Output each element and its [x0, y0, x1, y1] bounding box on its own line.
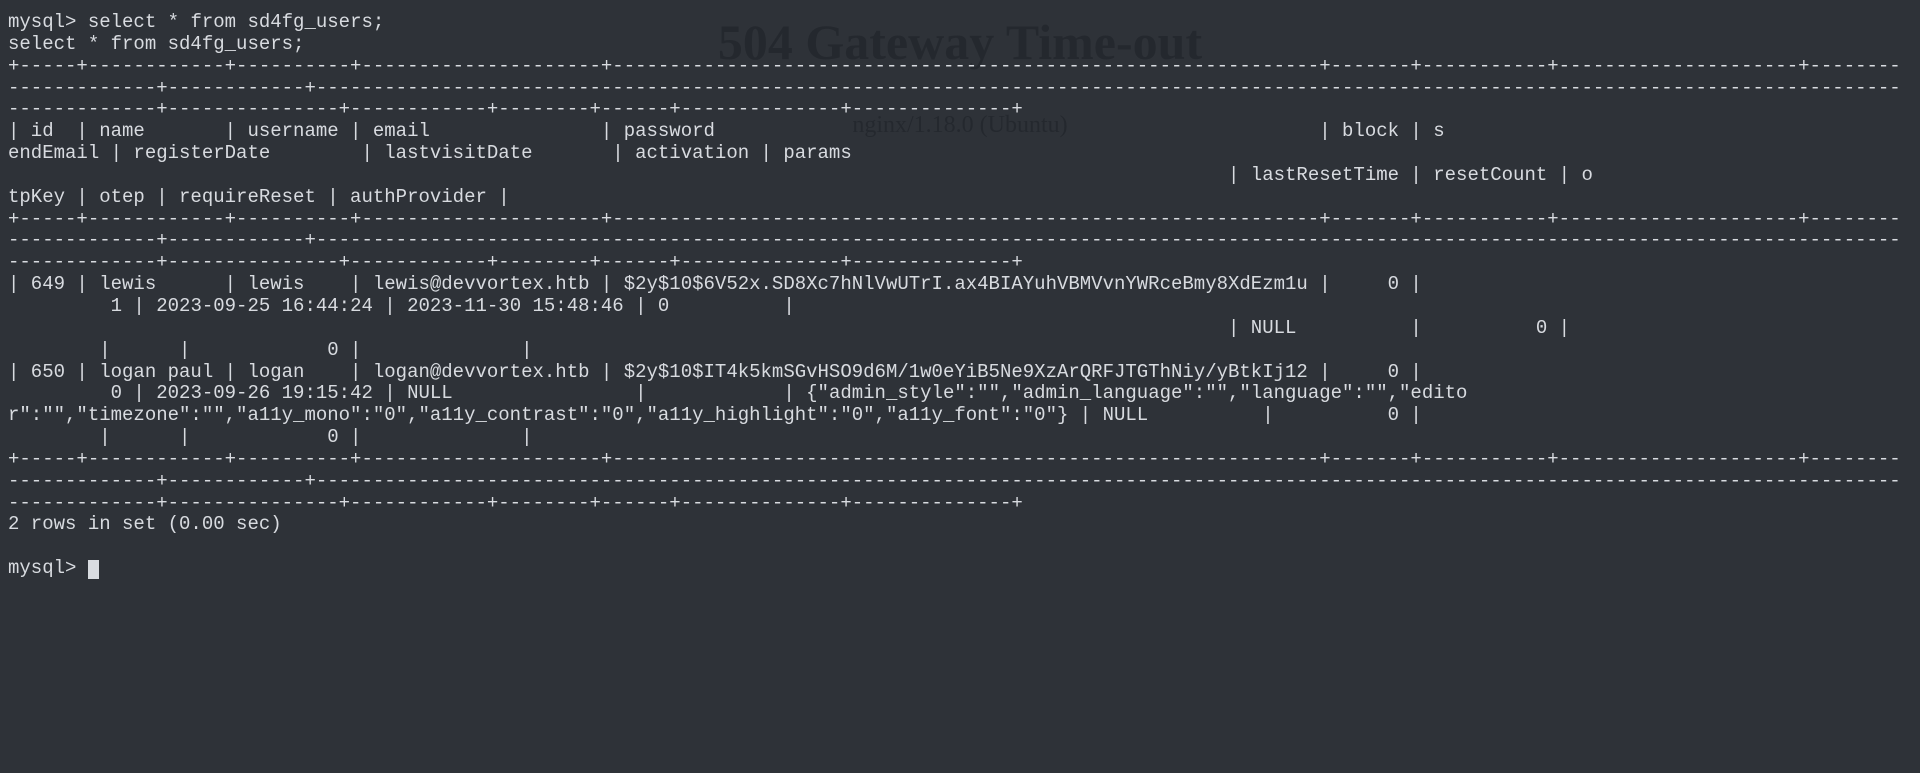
table-row: | 649 | lewis | lewis | lewis@devvortex.…: [8, 273, 1422, 295]
table-row: | 650 | logan paul | logan | logan@devvo…: [8, 361, 1422, 383]
result-footer: 2 rows in set (0.00 sec): [8, 513, 282, 535]
table-row: | NULL | 0 |: [8, 317, 1570, 339]
cursor-block: [88, 560, 99, 579]
table-row: 0 | 2023-09-26 19:15:42 | NULL | | {"adm…: [8, 382, 1467, 404]
table-header-row: endEmail | registerDate | lastvisitDate …: [8, 142, 852, 164]
table-border: +-----+------------+----------+---------…: [8, 448, 1901, 514]
table-row: 1 | 2023-09-25 16:44:24 | 2023-11-30 15:…: [8, 295, 795, 317]
mysql-prompt: mysql>: [8, 557, 76, 579]
terminal-output[interactable]: mysql> select * from sd4fg_users; select…: [0, 0, 1920, 588]
query-line: select * from sd4fg_users;: [88, 11, 384, 33]
table-header-row: | lastResetTime | resetCount | o: [8, 164, 1593, 186]
table-header-row: | id | name | username | email | passwor…: [8, 120, 1445, 142]
mysql-prompt: mysql>: [8, 11, 76, 33]
table-border: +-----+------------+----------+---------…: [8, 55, 1901, 121]
table-header-row: tpKey | otep | requireReset | authProvid…: [8, 186, 510, 208]
table-border: +-----+------------+----------+---------…: [8, 208, 1901, 274]
table-row: | | 0 | |: [8, 339, 533, 361]
query-line: select * from sd4fg_users;: [8, 33, 304, 55]
table-row: r":"","timezone":"","a11y_mono":"0","a11…: [8, 404, 1422, 426]
table-row: | | 0 | |: [8, 426, 533, 448]
